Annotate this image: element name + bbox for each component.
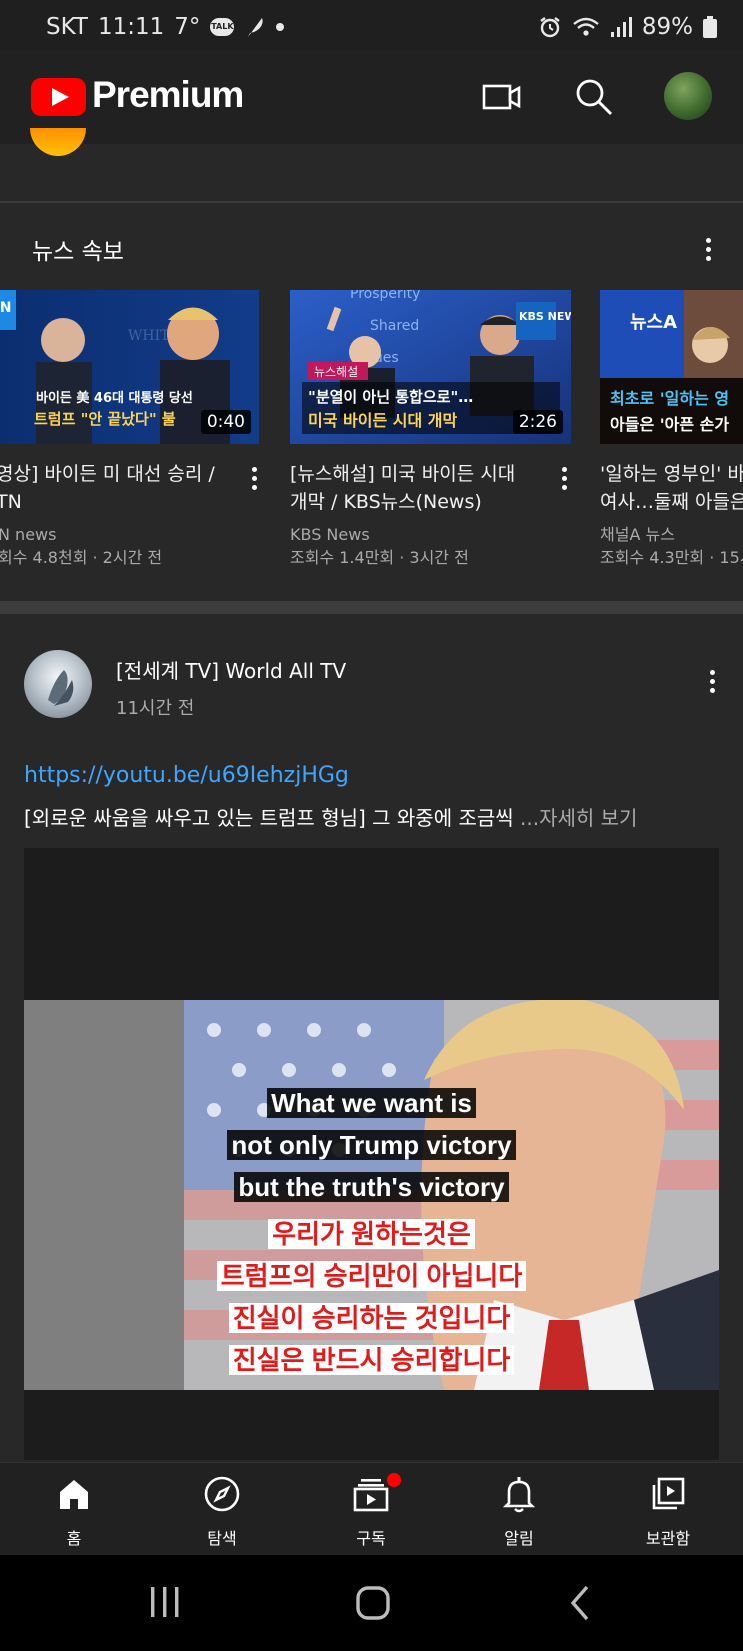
video-title-line: 여사…둘째 아들은 (600, 491, 743, 513)
video-thumbnail[interactable]: WHITE HO YTN 바이든 美 46대 대통령 당선 트럼프 "안 끝났다… (0, 290, 259, 444)
signal-icon (610, 17, 632, 37)
video-more-icon[interactable] (559, 467, 569, 490)
channel-avatar-partial[interactable] (30, 128, 86, 156)
post-more-icon[interactable] (707, 670, 717, 693)
bell-icon (502, 1477, 536, 1513)
feather-icon (248, 18, 263, 37)
nav-label: 홈 (66, 1529, 82, 1548)
search-icon[interactable] (571, 74, 617, 120)
overlay-line2: 트럼프 "안 끝났다" 불 (34, 410, 176, 428)
home-icon (60, 1480, 88, 1509)
explore-icon (204, 1476, 240, 1512)
video-meta: 회수 4.8천회 · 2시간 전 (0, 548, 163, 567)
channela-logo: 뉴스A (630, 312, 677, 333)
caption-line: not only Trump victory (24, 1130, 719, 1161)
nav-home[interactable]: 홈 (0, 1463, 148, 1555)
system-navigation-bar (0, 1555, 743, 1651)
post-channel-name[interactable]: [전세계 TV] World All TV (116, 655, 346, 684)
video-channel: KBS News (290, 525, 370, 544)
video-channel: N news (0, 525, 57, 544)
overlay-bg-text: Prosperity (350, 290, 420, 302)
video-title-line: [뉴스해설] 미국 바이든 시대 (290, 463, 516, 485)
post-video[interactable]: What we want is not only Trump victory b… (24, 848, 719, 1460)
praying-hands-icon (48, 670, 74, 706)
video-title[interactable]: 영상] 바이든 미 대선 승리 / TN (0, 460, 226, 516)
video-more-icon[interactable] (249, 467, 259, 490)
video-title-line: 개막 / KBS뉴스(News) (290, 491, 482, 513)
video-meta: 조회수 1.4만회 · 3시간 전 (290, 548, 469, 567)
recent-apps-icon[interactable] (148, 1585, 182, 1619)
video-title[interactable]: [뉴스해설] 미국 바이든 시대 개막 / KBS뉴스(News) (290, 460, 530, 516)
video-channel: 채널A 뉴스 (600, 525, 675, 544)
overlay-bg-text: Shared (370, 318, 419, 334)
video-camera-icon[interactable] (478, 74, 524, 120)
battery-percent: 89% (641, 14, 693, 40)
video-title-line: TN (0, 491, 22, 513)
section-divider (0, 601, 743, 614)
caption-line: 트럼프의 승리만이 아닙니다 (24, 1256, 719, 1293)
post-body: [외로운 싸움을 싸우고 있는 트럼프 형님] 그 와중에 조금씩 (24, 806, 521, 830)
post-time: 11시간 전 (116, 698, 195, 719)
youtube-logo-icon[interactable] (31, 78, 86, 116)
notification-dot-icon (276, 23, 285, 31)
status-bar: SKT 11:11 7° TALK 89% (0, 0, 743, 50)
subscriptions-icon (353, 1479, 389, 1512)
video-thumbnail[interactable]: 뉴스A 최초로 '일하는 영 아들은 '아픈 손가 (600, 290, 743, 444)
nav-notifications[interactable]: 알림 (445, 1463, 593, 1555)
post-link[interactable]: https://youtu.be/u69IehzjHGg (24, 763, 349, 788)
bottom-navigation: 홈 탐색 구독 알림 보관함 (0, 1462, 743, 1555)
battery-icon (703, 16, 717, 38)
caption-line: 진실은 반드시 승리합니다 (24, 1340, 719, 1377)
ytn-logo: YTN (0, 300, 11, 316)
new-content-badge (387, 1473, 401, 1487)
carrier: SKT (46, 14, 88, 40)
overlay-line2: 아들은 '아픈 손가 (610, 415, 729, 434)
shelf-title: 뉴스 속보 (32, 239, 124, 265)
overlay-line1: 바이든 美 46대 대통령 당선 (36, 390, 193, 406)
video-title-line: 영상] 바이든 미 대선 승리 / (0, 463, 215, 485)
nav-subscriptions[interactable]: 구독 (297, 1463, 445, 1555)
video-meta: 조회수 4.3만회 · 15시 (600, 548, 743, 567)
video-title[interactable]: '일하는 영부인' 바 여사…둘째 아들은 (600, 460, 743, 516)
read-more-link[interactable]: ...자세히 보기 (520, 806, 637, 830)
caption-line: 진실이 승리하는 것입니다 (24, 1298, 719, 1335)
video-duration: 2:26 (512, 410, 563, 434)
nav-label: 보관함 (645, 1529, 691, 1548)
kakaotalk-icon: TALK (210, 18, 235, 36)
caption-line: What we want is (24, 1088, 719, 1119)
temperature: 7° (174, 14, 201, 40)
video-duration: 0:40 (200, 410, 251, 434)
shelf-more-icon[interactable] (703, 238, 713, 261)
post-text[interactable]: [외로운 싸움을 싸우고 있는 트럼프 형님] 그 와중에 조금씩 ...자세히… (24, 802, 637, 831)
account-avatar[interactable] (664, 72, 712, 120)
overlay-tag: 뉴스해설 (314, 365, 358, 379)
alarm-icon (540, 17, 560, 38)
nav-library[interactable]: 보관함 (594, 1463, 742, 1555)
divider (0, 201, 743, 203)
video-title-line: '일하는 영부인' 바 (600, 463, 743, 485)
nav-explore[interactable]: 탐색 (148, 1463, 296, 1555)
wifi-icon (573, 17, 599, 36)
caption-line: 우리가 원하는것은 (24, 1214, 719, 1251)
channel-avatar[interactable] (24, 650, 92, 718)
brand-name[interactable]: Premium (92, 74, 244, 116)
kbs-logo: KBS NEWS (519, 310, 571, 323)
nav-label: 탐색 (207, 1529, 237, 1548)
back-icon[interactable] (568, 1585, 592, 1621)
overlay-line2: 미국 바이든 시대 개막 (308, 411, 457, 430)
nav-label: 알림 (504, 1529, 534, 1548)
caption-line: but the truth's victory (24, 1172, 719, 1203)
overlay-line1: 최초로 '일하는 영 (610, 389, 729, 408)
clock: 11:11 (97, 14, 165, 40)
video-thumbnail[interactable]: Prosperity Shared lues KBS NEWS 뉴스해설 "분열… (290, 290, 571, 444)
channela-thumbnail-art: 뉴스A 최초로 '일하는 영 아들은 '아픈 손가 (600, 290, 743, 444)
overlay-line1: "분열이 아닌 통합으로"… (308, 388, 473, 406)
app-bar: Premium (0, 50, 743, 144)
nav-label: 구독 (356, 1529, 386, 1548)
library-icon (652, 1477, 685, 1510)
home-button-icon[interactable] (355, 1585, 391, 1621)
